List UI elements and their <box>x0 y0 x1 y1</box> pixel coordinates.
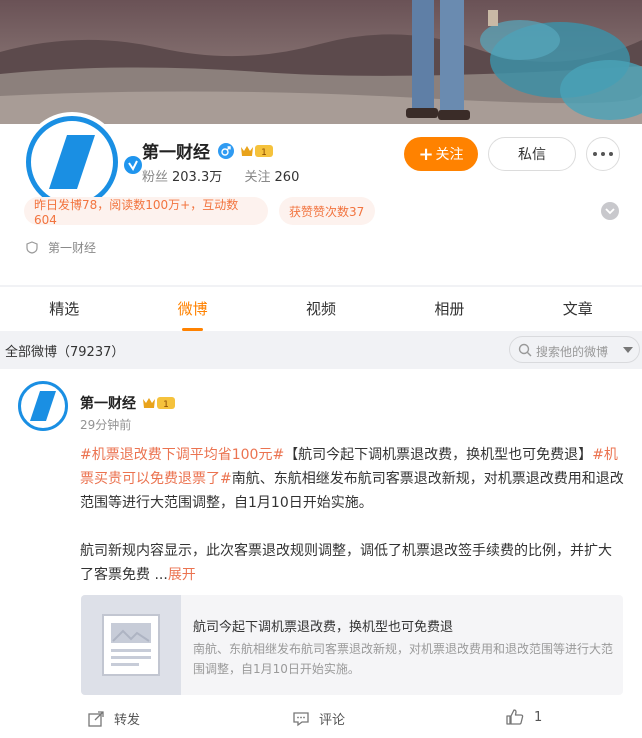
post-time[interactable]: 29分钟前 <box>80 416 131 433</box>
profile-tabs: 精选 微博 视频 相册 文章 <box>0 287 642 331</box>
brand-logo-icon <box>49 135 95 189</box>
post-text: 航司新规内容显示，此次客票退改规则调整，调低了机票退改签手续费的比例，并扩大了客… <box>80 543 612 583</box>
post-avatar[interactable] <box>18 381 68 431</box>
cover-banner <box>0 0 642 124</box>
share-icon <box>88 710 104 727</box>
male-icon <box>218 142 234 159</box>
expand-link[interactable]: 展开 <box>168 567 196 583</box>
likes-tag[interactable]: 获赞赞次数37 <box>279 197 375 225</box>
post-actions: 转发 评论 1 <box>0 703 642 733</box>
verified-icon <box>122 154 144 176</box>
thumbs-up-icon <box>506 709 524 725</box>
post-body: #机票退改费下调平均省100元#【航司今起下调机票退改费，换机型也可免费退】#机… <box>80 443 624 587</box>
profile-name-row: 第一财经 1 <box>142 138 274 163</box>
comment-button[interactable]: 评论 <box>293 709 345 728</box>
forward-label: 转发 <box>114 713 141 728</box>
message-button[interactable]: 私信 <box>488 137 576 171</box>
search-input[interactable]: 搜索他的微博 <box>509 336 640 363</box>
tab-featured[interactable]: 精选 <box>0 287 128 331</box>
filter-bar: 全部微博（79237） 搜索他的微博 <box>0 331 642 367</box>
article-title: 航司今起下调机票退改费，换机型也可免费退 <box>193 620 454 635</box>
article-card[interactable]: 航司今起下调机票退改费，换机型也可免费退 南航、东航相继发布航司客票退改新规，对… <box>81 595 623 695</box>
post-author[interactable]: 第一财经 <box>80 393 136 413</box>
fans-label: 粉丝 <box>142 170 169 185</box>
following-count[interactable]: 260 <box>275 170 300 185</box>
forward-button[interactable]: 转发 <box>88 709 140 728</box>
tab-weibo[interactable]: 微博 <box>128 287 256 331</box>
tab-video[interactable]: 视频 <box>257 287 385 331</box>
tab-album[interactable]: 相册 <box>385 287 513 331</box>
post-card: 第一财经 1 29分钟前 #机票退改费下调平均省100元#【航司今起下调机票退改… <box>0 369 642 738</box>
comment-icon <box>293 711 309 726</box>
post-text: 【航司今起下调机票退改费，换机型也可免费退】 <box>284 447 593 463</box>
profile-header: 第一财经 1 粉丝 203.3万 关注 260 + 关注 私信 昨日发博78，阅读数… <box>0 112 642 285</box>
search-placeholder: 搜索他的微博 <box>536 345 609 359</box>
cover-image <box>0 0 642 124</box>
shield-icon <box>26 241 38 254</box>
stats-tag[interactable]: 昨日发博78，阅读数100万+，互动数604 <box>24 197 268 227</box>
document-icon <box>102 614 160 676</box>
like-button[interactable]: 1 <box>506 709 542 725</box>
follow-button[interactable]: + 关注 <box>404 137 478 171</box>
vip-badge[interactable]: 1 <box>142 395 176 411</box>
brand-logo-icon <box>30 391 56 421</box>
like-count: 1 <box>534 709 543 725</box>
comment-label: 评论 <box>319 713 346 728</box>
all-posts-count[interactable]: 全部微博（79237） <box>5 341 124 360</box>
tab-articles[interactable]: 文章 <box>514 287 642 331</box>
caret-down-icon[interactable] <box>623 347 633 353</box>
vip-badge[interactable]: 1 <box>240 143 274 159</box>
fans-count[interactable]: 203.3万 <box>172 170 222 185</box>
more-dots-icon[interactable] <box>586 137 620 171</box>
vip-level: 1 <box>163 400 169 410</box>
chevron-down-icon[interactable] <box>601 202 619 220</box>
plus-icon: + <box>418 143 434 165</box>
search-icon <box>518 343 532 357</box>
article-thumbnail <box>81 595 181 695</box>
post-paragraph: 航司新规内容显示，此次客票退改规则调整，调低了机票退改签手续费的比例，并扩大了客… <box>80 539 624 587</box>
hashtag-link[interactable]: #机票退改费下调平均省100元# <box>80 447 284 463</box>
profile-stats: 粉丝 203.3万 关注 260 <box>142 166 299 185</box>
org-info: 第一财经 <box>26 239 96 256</box>
org-name: 第一财经 <box>48 241 97 255</box>
vip-level: 1 <box>261 148 267 158</box>
follow-button-label: 关注 <box>435 147 464 163</box>
profile-name: 第一财经 <box>142 143 210 163</box>
following-label: 关注 <box>244 170 271 185</box>
article-description: 南航、东航相继发布航司客票退改新规，对机票退改费用和退改范围等进行大范围调整，自… <box>193 642 614 676</box>
post-author-row: 第一财经 1 <box>80 393 176 413</box>
post-paragraph: #机票退改费下调平均省100元#【航司今起下调机票退改费，换机型也可免费退】#机… <box>80 443 624 515</box>
